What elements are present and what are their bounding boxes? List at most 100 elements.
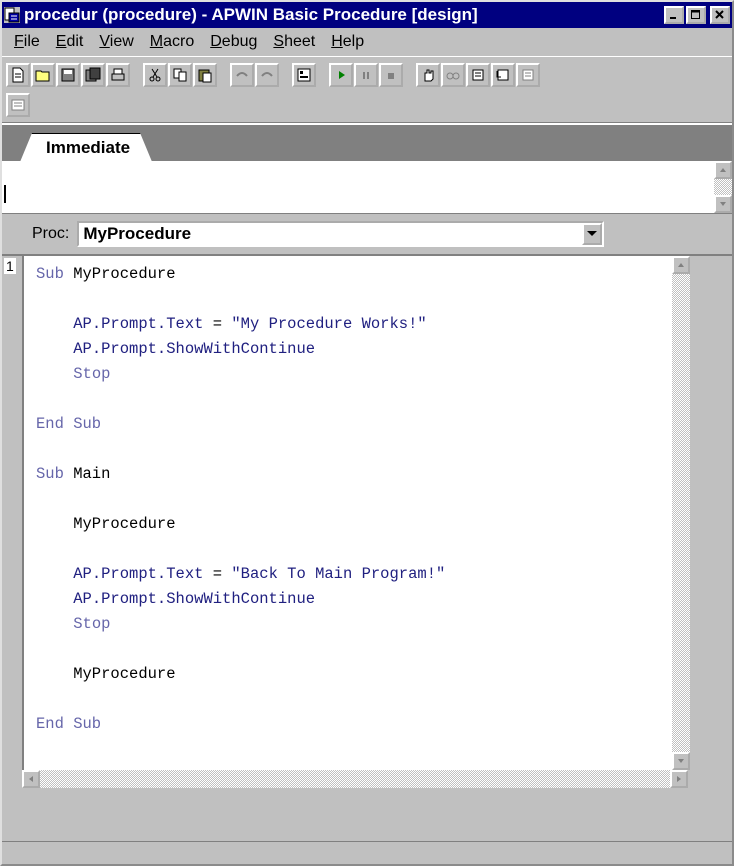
line-number: 1 — [4, 258, 16, 274]
list-button[interactable] — [6, 93, 30, 117]
chevron-down-icon — [587, 231, 598, 236]
code-line: AP.Prompt.ShowWithContinue — [73, 340, 316, 358]
step-into-icon — [472, 69, 484, 81]
step-into-button[interactable] — [466, 63, 490, 87]
step-out-button[interactable] — [516, 63, 540, 87]
minimize-icon — [670, 17, 676, 19]
dropdown-button[interactable] — [582, 223, 603, 245]
step-out-icon — [522, 69, 534, 81]
maximize-button[interactable] — [686, 6, 706, 24]
copy-button[interactable] — [168, 63, 192, 87]
scroll-right-button[interactable] — [670, 770, 688, 788]
new-doc-icon — [12, 67, 24, 83]
editor-horizontal-scrollbar[interactable] — [22, 770, 688, 788]
code-line: Stop — [73, 615, 111, 633]
pause-button[interactable] — [354, 63, 378, 87]
watch-button[interactable] — [441, 63, 465, 87]
run-button[interactable] — [329, 63, 353, 87]
close-button[interactable] — [710, 6, 730, 24]
menu-edit[interactable]: Edit — [48, 33, 92, 51]
text-caret — [4, 185, 6, 203]
save-button[interactable] — [56, 63, 80, 87]
cut-button[interactable] — [143, 63, 167, 87]
code-editor: 1 Sub MyProcedure AP.Prompt.Text = "My P… — [2, 254, 732, 802]
tab-immediate[interactable]: Immediate — [20, 133, 152, 162]
app-window: procedur (procedure) - APWIN Basic Proce… — [0, 0, 734, 866]
undo-button[interactable] — [230, 63, 254, 87]
code-line: MyProcedure — [36, 515, 176, 533]
new-doc-button[interactable] — [6, 63, 30, 87]
code-text: Sub MyProcedure AP.Prompt.Text = "My Pro… — [36, 262, 445, 737]
menu-sheet[interactable]: Sheet — [265, 33, 323, 51]
immediate-pane[interactable] — [2, 161, 732, 214]
scroll-left-button[interactable] — [22, 770, 40, 788]
code-line: AP.Prompt.Text = "My Procedure Works!" — [73, 315, 427, 333]
run-icon — [339, 71, 345, 79]
proc-row: Proc: MyProcedure — [2, 214, 732, 254]
hand-button[interactable] — [416, 63, 440, 87]
editor-vertical-scrollbar[interactable] — [672, 256, 690, 770]
open-folder-icon — [35, 70, 50, 82]
arrow-left-icon — [29, 776, 33, 782]
save-all-button[interactable] — [81, 63, 105, 87]
hand-icon — [424, 69, 434, 82]
pause-icon — [363, 72, 369, 79]
proc-dropdown[interactable]: MyProcedure — [77, 221, 605, 247]
status-bar — [2, 841, 732, 864]
code-line: AP.Prompt.Text = "Back To Main Program!" — [73, 565, 446, 583]
step-over-icon — [496, 69, 509, 81]
redo-button[interactable] — [255, 63, 279, 87]
menu-debug[interactable]: Debug — [202, 33, 265, 51]
scroll-down-button[interactable] — [714, 195, 732, 213]
paste-icon — [198, 69, 212, 83]
proc-label: Proc: — [32, 225, 70, 242]
maximize-icon — [691, 10, 700, 19]
minimize-button[interactable] — [664, 6, 684, 24]
window-title: procedur (procedure) - APWIN Basic Proce… — [24, 5, 478, 24]
code-line: End Sub — [36, 715, 102, 733]
arrow-right-icon — [677, 776, 681, 782]
menu-view[interactable]: View — [91, 33, 141, 51]
arrow-up-icon — [720, 168, 726, 172]
proc-selected: MyProcedure — [83, 224, 192, 243]
cut-icon — [149, 68, 161, 82]
code-line: MyProcedure — [36, 665, 176, 683]
menu-help[interactable]: Help — [323, 33, 372, 51]
line-gutter: 1 — [2, 256, 18, 802]
list-icon — [11, 99, 25, 111]
immediate-scrollbar[interactable] — [714, 161, 732, 213]
save-all-icon — [85, 67, 101, 82]
step-over-button[interactable] — [491, 63, 515, 87]
title-bar[interactable]: procedur (procedure) - APWIN Basic Proce… — [2, 2, 732, 28]
menu-file[interactable]: File — [6, 33, 48, 51]
close-icon — [715, 10, 724, 19]
watch-icon — [446, 72, 460, 80]
menu-macro[interactable]: Macro — [142, 33, 202, 51]
stop-icon — [388, 73, 394, 79]
scroll-up-button[interactable] — [714, 161, 732, 179]
code-line: Sub Main — [36, 465, 111, 483]
open-folder-button[interactable] — [31, 63, 55, 87]
print-button[interactable] — [106, 63, 130, 87]
print-icon — [111, 68, 125, 81]
undo-icon — [236, 72, 248, 77]
code-line: AP.Prompt.ShowWithContinue — [73, 590, 316, 608]
paste-button[interactable] — [193, 63, 217, 87]
redo-icon — [261, 72, 273, 77]
dialog-icon — [297, 68, 311, 82]
code-area[interactable]: Sub MyProcedure AP.Prompt.Text = "My Pro… — [22, 256, 690, 770]
scroll-up-button[interactable] — [672, 256, 690, 274]
menu-bar: File Edit View Macro Debug Sheet Help — [2, 28, 732, 56]
dialog-button[interactable] — [292, 63, 316, 87]
toolbar — [2, 56, 732, 123]
arrow-down-icon — [720, 202, 726, 206]
scroll-down-button[interactable] — [672, 752, 690, 770]
stop-button[interactable] — [379, 63, 403, 87]
